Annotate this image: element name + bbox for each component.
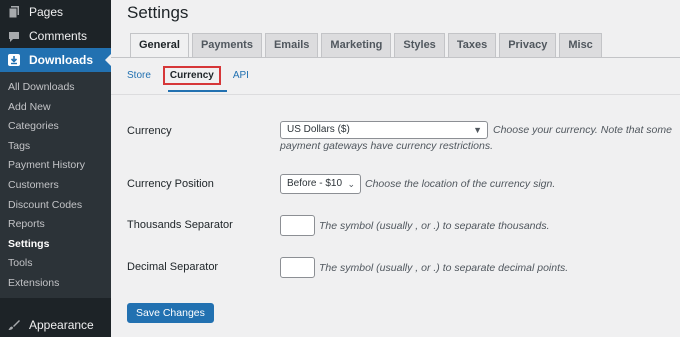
- sidebar-item-downloads[interactable]: Downloads: [0, 48, 111, 72]
- sidebar-item-label: Downloads: [29, 53, 94, 67]
- currency-position-select[interactable]: Before - $10 ⌄: [280, 174, 361, 194]
- submenu-item-categories[interactable]: Categories: [0, 117, 111, 137]
- subtab-currency[interactable]: Currency: [162, 66, 221, 85]
- tab-styles[interactable]: Styles: [394, 33, 445, 57]
- active-subtab-indicator: [168, 90, 227, 92]
- sidebar-item-label: Pages: [29, 5, 64, 19]
- sidebar-item-appearance[interactable]: Appearance: [0, 313, 111, 337]
- admin-sidebar: Pages Comments Downloads All Downloads A…: [0, 0, 111, 337]
- settings-tabs: General Payments Emails Marketing Styles…: [130, 33, 605, 58]
- submenu-item-reports[interactable]: Reports: [0, 215, 111, 235]
- tab-payments[interactable]: Payments: [191, 33, 262, 57]
- submenu-item-add-new[interactable]: Add New: [0, 98, 111, 118]
- page-title: Settings: [127, 3, 189, 22]
- thousands-separator-description: The symbol (usually , or .) to separate …: [319, 220, 550, 232]
- currency-select-value: US Dollars ($): [287, 124, 350, 135]
- currency-label: Currency: [127, 125, 172, 137]
- subtab-api[interactable]: API: [233, 70, 249, 81]
- decimal-separator-description: The symbol (usually , or .) to separate …: [319, 262, 569, 274]
- chevron-down-icon: ▼: [473, 125, 482, 135]
- downloads-submenu: All Downloads Add New Categories Tags Pa…: [0, 72, 111, 298]
- sidebar-item-label: Comments: [29, 29, 88, 43]
- save-changes-button[interactable]: Save Changes: [127, 303, 214, 323]
- submenu-item-payment-history[interactable]: Payment History: [0, 156, 111, 176]
- subtab-store[interactable]: Store: [127, 70, 151, 81]
- section-subtabs: Store Currency API: [127, 66, 261, 85]
- decimal-separator-input[interactable]: [280, 257, 315, 278]
- sidebar-item-pages[interactable]: Pages: [0, 0, 111, 24]
- pages-icon: [8, 6, 20, 18]
- currency-position-value: Before - $10: [287, 178, 343, 189]
- currency-select[interactable]: US Dollars ($) ▼: [280, 121, 488, 139]
- chevron-down-icon: ⌄: [347, 179, 355, 189]
- tabs-divider: [111, 57, 680, 58]
- submenu-item-extensions[interactable]: Extensions: [0, 274, 111, 294]
- tab-misc[interactable]: Misc: [559, 33, 602, 57]
- decimal-separator-label: Decimal Separator: [127, 261, 219, 273]
- thousands-separator-label: Thousands Separator: [127, 219, 233, 231]
- subtabs-divider: [111, 94, 680, 95]
- tab-taxes[interactable]: Taxes: [447, 33, 497, 57]
- currency-description-line-1: Choose your currency. Note that some: [493, 124, 672, 136]
- paintbrush-icon: [8, 319, 20, 331]
- tab-privacy[interactable]: Privacy: [499, 33, 557, 57]
- submenu-item-tools[interactable]: Tools: [0, 254, 111, 274]
- sidebar-item-label: Appearance: [29, 318, 94, 332]
- submenu-item-settings[interactable]: Settings: [0, 235, 111, 255]
- currency-description-line-2: payment gateways have currency restricti…: [280, 140, 494, 152]
- comments-icon: [8, 30, 20, 42]
- settings-main: Settings General Payments Emails Marketi…: [111, 0, 680, 337]
- submenu-item-tags[interactable]: Tags: [0, 137, 111, 157]
- thousands-separator-input[interactable]: [280, 215, 315, 236]
- submenu-item-customers[interactable]: Customers: [0, 176, 111, 196]
- submenu-item-discount-codes[interactable]: Discount Codes: [0, 196, 111, 216]
- tab-marketing[interactable]: Marketing: [321, 33, 392, 57]
- sidebar-item-comments[interactable]: Comments: [0, 24, 111, 48]
- downloads-icon: [8, 54, 20, 66]
- currency-position-label: Currency Position: [127, 178, 214, 190]
- submenu-item-all-downloads[interactable]: All Downloads: [0, 78, 111, 98]
- tab-general[interactable]: General: [130, 33, 189, 58]
- tab-emails[interactable]: Emails: [264, 33, 319, 57]
- currency-position-description: Choose the location of the currency sign…: [365, 178, 556, 190]
